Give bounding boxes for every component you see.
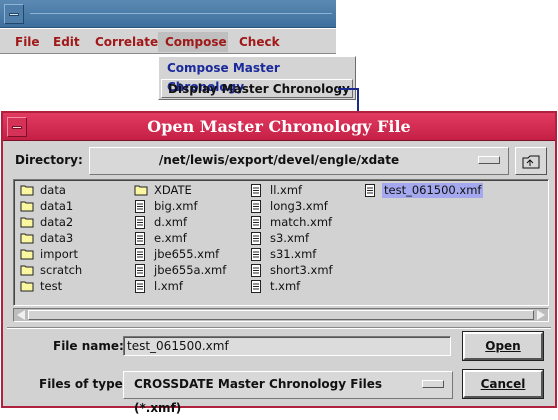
folder-icon — [20, 280, 35, 296]
dialog-titlebar: Open Master Chronology File — [3, 113, 555, 141]
file-name-label: File name: — [53, 339, 124, 353]
file-list-item-name: s3.xmf — [270, 231, 310, 245]
file-list-item-name: s31.xmf — [270, 247, 317, 261]
file-icon — [134, 216, 146, 233]
menu-file[interactable]: File — [8, 32, 47, 52]
menu-compose[interactable]: Compose — [158, 32, 228, 52]
dialog-menu-button[interactable] — [7, 117, 27, 137]
file-icon — [134, 200, 146, 217]
file-list-item-name: data — [40, 183, 66, 197]
file-list-item-name: data2 — [40, 215, 74, 229]
file-list-item-name: test — [40, 279, 63, 293]
file-list-item-name: data3 — [40, 231, 74, 245]
file-list-item-name: long3.xmf — [270, 199, 328, 213]
directory-value: /net/lewis/export/devel/engle/xdate — [158, 153, 400, 167]
file-list-item-name: l.xmf — [154, 279, 183, 293]
file-list-item-name: test_061500.xmf — [382, 183, 484, 198]
file-icon — [134, 248, 146, 265]
scrollbar-thumb[interactable] — [28, 310, 534, 320]
file-icon — [250, 232, 262, 249]
file-list-item-name: data1 — [40, 199, 74, 213]
divider — [7, 327, 551, 329]
folder-icon — [20, 184, 35, 200]
file-list[interactable]: data data1 data2 data3 import scratch test XDAT… — [13, 179, 549, 306]
dialog-title: Open Master Chronology File — [147, 117, 411, 136]
file-icon — [134, 232, 146, 249]
file-icon — [134, 264, 146, 281]
menu-item-compose-master-chronology[interactable]: Compose Master Chronology — [161, 59, 353, 94]
directory-combo[interactable]: /net/lewis/export/devel/engle/xdate — [89, 147, 509, 175]
file-icon — [250, 264, 262, 281]
main-window-titlebar — [0, 0, 336, 28]
file-list-item-name: match.xmf — [270, 215, 333, 229]
folder-icon — [134, 184, 149, 200]
file-name-input[interactable] — [123, 336, 451, 356]
dropdown-arrow-icon[interactable] — [478, 156, 500, 164]
file-list-item-name: d.xmf — [154, 215, 188, 229]
menu-correlate[interactable]: Correlate — [88, 32, 165, 52]
file-list-item-name: t.xmf — [270, 279, 301, 293]
file-icon — [364, 184, 376, 201]
open-button[interactable]: Open — [462, 331, 544, 361]
file-icon — [250, 184, 262, 201]
up-one-level-button[interactable] — [515, 147, 547, 175]
horizontal-scrollbar[interactable] — [13, 308, 549, 322]
file-icon — [250, 280, 262, 297]
directory-label: Directory: — [15, 153, 83, 167]
files-of-type-combo[interactable]: CROSSDATE Master Chronology Files (*.xmf… — [123, 371, 453, 415]
file-list-item-name: short3.xmf — [270, 263, 333, 277]
file-list-item-name: jbe655a.xmf — [154, 263, 227, 277]
callout-line — [338, 88, 358, 90]
folder-icon — [20, 216, 35, 232]
menu-edit[interactable]: Edit — [46, 32, 87, 52]
file-list-item-name: import — [40, 247, 78, 261]
folder-icon — [20, 264, 35, 280]
file-list-item-name: jbe655.xmf — [154, 247, 220, 261]
window-menu-button[interactable] — [4, 4, 24, 24]
file-icon — [134, 280, 146, 297]
folder-icon — [20, 248, 35, 264]
file-icon — [250, 216, 262, 233]
scroll-right-icon[interactable] — [537, 310, 545, 320]
cancel-button[interactable]: Cancel — [462, 369, 544, 399]
file-list-item-name: big.xmf — [154, 199, 198, 213]
files-of-type-label: Files of type: — [39, 377, 128, 391]
file-list-item-name: ll.xmf — [270, 183, 303, 197]
folder-icon — [20, 232, 35, 248]
scroll-left-icon[interactable] — [17, 310, 25, 320]
folder-icon — [20, 200, 35, 216]
files-of-type-value: CROSSDATE Master Chronology Files (*.xmf… — [134, 377, 382, 415]
compose-dropdown-menu: Compose Master Chronology Display Master… — [158, 56, 356, 100]
file-icon — [250, 200, 262, 217]
dropdown-arrow-icon[interactable] — [422, 380, 444, 388]
file-list-item-name: XDATE — [154, 183, 192, 197]
folder-up-icon — [522, 155, 540, 169]
file-list-item-name: scratch — [40, 263, 83, 277]
menu-check[interactable]: Check — [232, 32, 287, 52]
file-icon — [250, 248, 262, 265]
file-list-item-name: e.xmf — [154, 231, 187, 245]
menu-item-display-master-chronology[interactable]: Display Master Chronology — [161, 79, 353, 98]
open-master-chronology-dialog: Open Master Chronology File Directory: /… — [1, 111, 557, 415]
menubar: File Edit Correlate Compose Check — [0, 28, 336, 54]
